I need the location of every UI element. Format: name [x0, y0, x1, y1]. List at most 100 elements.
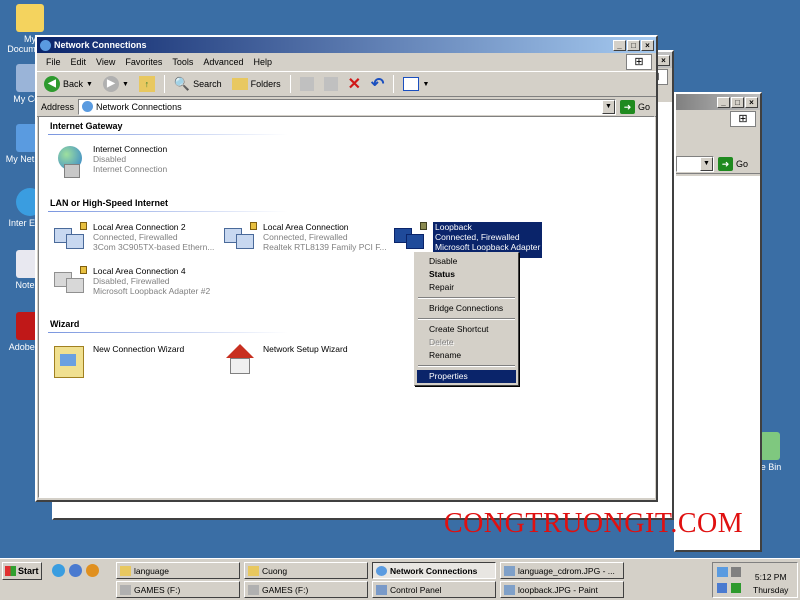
volume-icon[interactable] — [731, 567, 741, 577]
network-tray-icon[interactable] — [717, 567, 728, 577]
background-address-input[interactable]: ▼ — [676, 155, 714, 172]
delete-button[interactable]: ✕ — [344, 73, 365, 95]
wizard-item[interactable]: Network Setup Wizard — [222, 344, 348, 380]
menu-item-bridge[interactable]: Bridge Connections — [417, 302, 516, 315]
go-arrow-icon: ➜ — [619, 99, 635, 114]
connection-item[interactable]: Local Area Connection 4 Disabled, Firewa… — [52, 266, 210, 302]
quick-launch — [52, 564, 99, 577]
folder-icon — [231, 78, 248, 90]
maximize-button[interactable]: □ — [627, 39, 640, 51]
connection-name: Loopback — [435, 222, 472, 232]
task-button-network-connections[interactable]: Network Connections — [372, 562, 496, 579]
wizard-name: Network Setup Wizard — [263, 344, 348, 354]
background-address-bar: ▼ ➜ Go — [676, 154, 760, 174]
folders-button[interactable]: Folders — [228, 73, 285, 95]
menu-favorites[interactable]: Favorites — [120, 57, 167, 67]
menu-bar: File Edit View Favorites Tools Advanced … — [37, 53, 656, 71]
task-button[interactable]: GAMES (F:) — [244, 581, 368, 598]
undo-icon: ↶ — [371, 76, 385, 93]
back-arrow-icon: ◀ — [44, 76, 60, 92]
connection-status: Connected, Firewalled — [93, 232, 178, 242]
menu-item-disable[interactable]: Disable — [417, 255, 516, 268]
task-button[interactable]: Cuong — [244, 562, 368, 579]
clock-time: 5:12 PM — [754, 572, 787, 582]
menu-tools[interactable]: Tools — [167, 57, 198, 67]
menu-advanced[interactable]: Advanced — [198, 57, 248, 67]
menu-file[interactable]: File — [41, 57, 66, 67]
system-tray: 5:12 PM Thursday — [712, 562, 798, 598]
connection-device: 3Com 3C905TX-based Ethern... — [93, 242, 215, 252]
chevron-down-icon[interactable]: ▼ — [422, 81, 429, 88]
menu-item-rename[interactable]: Rename — [417, 349, 516, 362]
chevron-down-icon[interactable]: ▼ — [601, 99, 615, 114]
folder-icon — [120, 565, 131, 576]
window-titlebar[interactable]: Network Connections _ □ × — [37, 37, 656, 53]
chevron-down-icon[interactable]: ▼ — [122, 81, 129, 88]
views-button[interactable]: ▼ — [399, 73, 433, 95]
connection-name: Internet Connection — [93, 144, 168, 154]
menu-help[interactable]: Help — [248, 57, 277, 67]
lock-icon — [250, 222, 257, 230]
chevron-down-icon[interactable]: ▼ — [700, 156, 713, 171]
move-to-button[interactable] — [296, 73, 318, 95]
menu-edit[interactable]: Edit — [66, 57, 92, 67]
undo-button[interactable]: ↶ — [367, 73, 388, 95]
chevron-down-icon[interactable]: ▼ — [86, 81, 93, 88]
task-button[interactable]: language — [116, 562, 240, 579]
connection-status: Disabled, Firewalled — [93, 276, 170, 286]
connection-item[interactable]: Local Area Connection Connected, Firewal… — [222, 222, 387, 258]
media-player-icon[interactable] — [86, 564, 99, 577]
start-button[interactable]: Start — [2, 562, 42, 580]
context-menu: Disable Status Repair Bridge Connections… — [414, 252, 519, 386]
background-go-button[interactable]: ➜ Go — [718, 156, 754, 171]
go-button[interactable]: ➜ Go — [619, 99, 656, 114]
minimize-button[interactable]: _ — [717, 96, 730, 108]
up-folder-button[interactable]: ↑ — [135, 73, 159, 95]
group-heading: Wizard — [50, 319, 80, 329]
connection-name: Local Area Connection — [263, 222, 349, 232]
views-icon — [403, 77, 420, 91]
background-window-titlebar[interactable]: _ □ × — [676, 94, 760, 110]
close-button[interactable]: × — [745, 96, 758, 108]
new-connection-wizard-icon — [52, 344, 88, 380]
copy-to-button[interactable] — [320, 73, 342, 95]
wizard-name: New Connection Wizard — [93, 344, 185, 354]
clock[interactable]: 5:12 PM Thursday — [753, 571, 788, 597]
minimize-button[interactable]: _ — [613, 39, 626, 51]
menu-item-status[interactable]: Status — [417, 268, 516, 281]
back-button[interactable]: ◀ Back ▼ — [40, 73, 97, 95]
forward-button[interactable]: ▶ ▼ — [99, 73, 133, 95]
task-button[interactable]: language_cdrom.JPG - ... — [500, 562, 624, 579]
delete-x-icon: ✕ — [347, 76, 362, 93]
task-button[interactable]: Control Panel — [372, 581, 496, 598]
connection-item[interactable]: Local Area Connection 2 Connected, Firew… — [52, 222, 214, 258]
address-label: Address — [41, 101, 75, 112]
network-icon — [376, 565, 387, 576]
close-button[interactable]: × — [657, 54, 670, 66]
ie-icon[interactable] — [52, 564, 65, 577]
house-icon — [222, 344, 258, 380]
menu-item-properties[interactable]: Properties — [417, 370, 516, 383]
close-button[interactable]: × — [641, 39, 654, 51]
tray-icon[interactable] — [717, 583, 727, 593]
connection-item[interactable]: Internet Connection Disabled Internet Co… — [52, 144, 167, 180]
task-button[interactable]: GAMES (F:) — [116, 581, 240, 598]
address-input[interactable]: Network Connections ▼ — [78, 98, 616, 115]
menu-view[interactable]: View — [91, 57, 120, 67]
lock-icon — [80, 222, 87, 230]
task-button[interactable]: loopback.JPG - Paint — [500, 581, 624, 598]
background-window-2[interactable]: _ □ × ⊞ ▼ ➜ Go — [674, 92, 762, 552]
search-button[interactable]: 🔍 Search — [170, 73, 226, 95]
group-heading: LAN or High-Speed Internet — [50, 198, 169, 208]
menu-item-repair[interactable]: Repair — [417, 281, 516, 294]
address-bar: Address Network Connections ▼ ➜ Go — [37, 97, 656, 117]
maximize-button[interactable]: □ — [731, 96, 744, 108]
drive-icon — [120, 584, 131, 595]
move-to-icon — [299, 77, 314, 91]
menu-item-create-shortcut[interactable]: Create Shortcut — [417, 323, 516, 336]
wizard-item[interactable]: New Connection Wizard — [52, 344, 184, 380]
lan-connection-icon — [52, 222, 88, 258]
watermark-text: CONGTRUONGIT.COM — [444, 508, 744, 539]
outlook-icon[interactable] — [69, 564, 82, 577]
tray-icon[interactable] — [731, 583, 741, 593]
